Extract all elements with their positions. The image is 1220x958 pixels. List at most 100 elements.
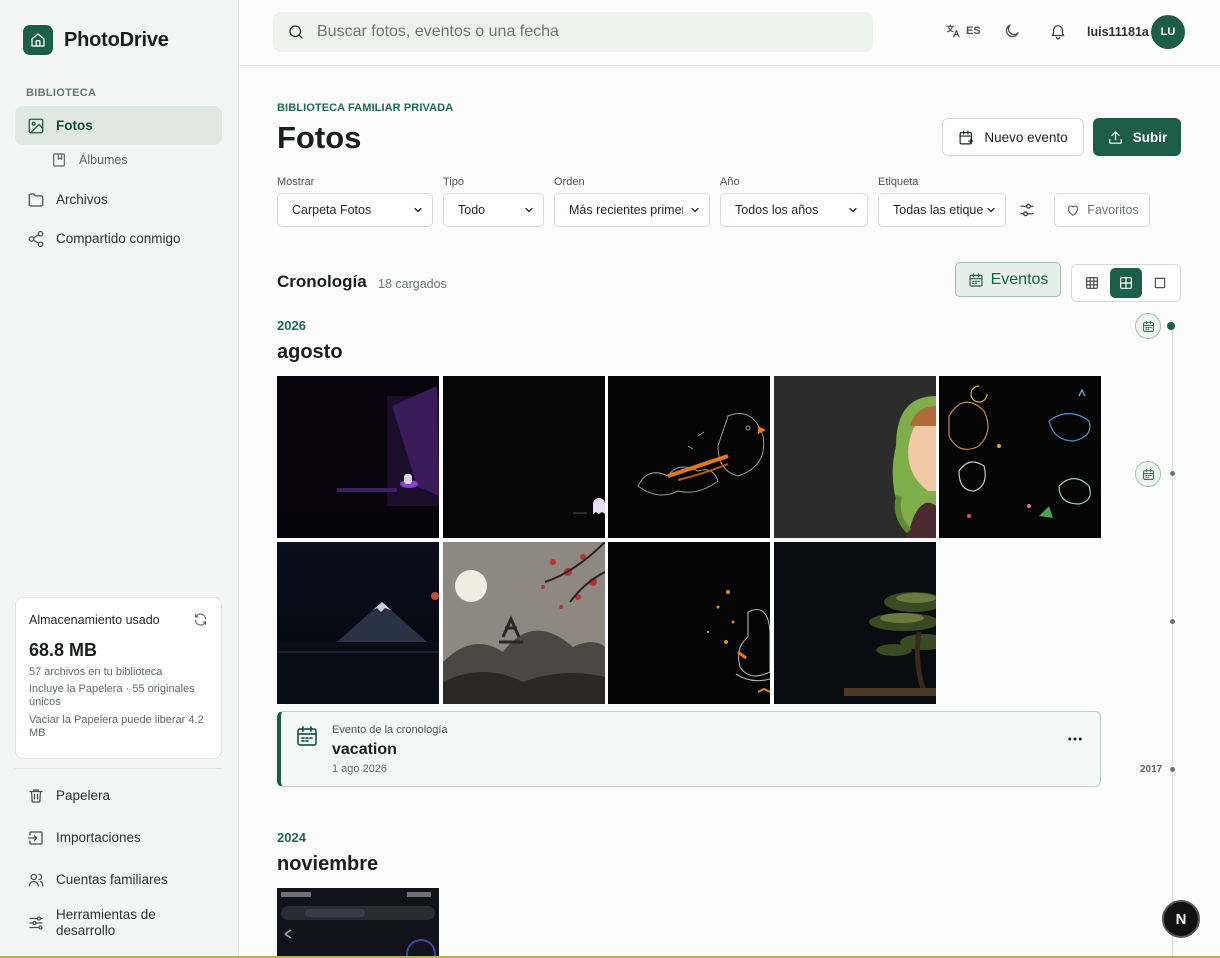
anio-select[interactable]: Todos los años (720, 193, 868, 227)
photo-thumbnail[interactable] (774, 376, 936, 538)
photo-thumbnail[interactable] (277, 376, 439, 538)
search-input[interactable] (317, 23, 857, 41)
rail-marker[interactable] (1170, 619, 1175, 624)
sidebar-item-label: Álbumes (79, 153, 128, 167)
mostrar-select[interactable]: Carpeta Fotos (277, 193, 433, 227)
upload-button[interactable]: Subir (1093, 118, 1181, 156)
filter-tipo: Tipo Todo (443, 176, 544, 227)
photo-thumbnail[interactable] (277, 542, 439, 704)
dev-tools-badge[interactable]: N (1162, 900, 1200, 938)
sidebar-item-archivos[interactable]: Archivos (15, 180, 222, 219)
filter-anio: Año Todos los años (720, 176, 868, 227)
filter-label: Tipo (443, 176, 464, 188)
calendar-plus-icon (959, 130, 974, 144)
username[interactable]: luis11181a (1087, 25, 1149, 39)
photo-thumbnail[interactable] (608, 376, 770, 538)
sidebar: PhotoDrive BIBLIOTECA Fotos Álbumes Arch… (0, 0, 239, 958)
photo-thumbnail[interactable] (774, 542, 936, 704)
select-value: Carpeta Fotos (292, 203, 372, 217)
photo-image (774, 376, 936, 538)
page-title: Fotos (277, 120, 362, 155)
moon-icon[interactable] (1003, 22, 1021, 40)
divider (15, 768, 222, 769)
language-code: ES (966, 25, 981, 37)
sidebar-item-label: Papelera (56, 788, 111, 803)
sidebar-item-compartido[interactable]: Compartido conmigo (15, 219, 222, 258)
sidebar-item-albumes[interactable]: Álbumes (51, 152, 128, 168)
etiqueta-select[interactable]: Todas las etiquetas (878, 193, 1006, 227)
rail-marker[interactable] (1167, 322, 1175, 330)
group-month: noviembre (277, 853, 379, 875)
rail-marker[interactable] (1170, 471, 1175, 476)
timeline-count: 18 cargados (378, 277, 447, 291)
storage-title: Almacenamiento usado (29, 612, 160, 627)
upload-label: Subir (1132, 129, 1168, 145)
home-logo-icon (23, 25, 53, 55)
chevron-down-icon (691, 207, 699, 213)
chevron-down-icon (987, 207, 995, 213)
event-card[interactable]: Evento de la cronología vacation 1 ago 2… (277, 711, 1101, 787)
grid-small-icon (1086, 277, 1098, 289)
sidebar-item-cuentas[interactable]: Cuentas familiares (15, 860, 222, 899)
sidebar-item-importaciones[interactable]: Importaciones (15, 818, 222, 857)
sidebar-item-fotos[interactable]: Fotos (15, 106, 222, 145)
select-value: Todas las etiquetas (893, 203, 983, 217)
filter-settings-icon[interactable] (1018, 201, 1036, 219)
square-icon (1154, 277, 1166, 289)
chevron-down-icon (525, 207, 533, 213)
storage-card: Almacenamiento usado 68.8 MB 57 archivos… (15, 597, 222, 759)
filter-etiqueta: Etiqueta Todas las etiquetas (878, 176, 1006, 227)
view-single-button[interactable] (1144, 268, 1176, 298)
sidebar-item-label: Importaciones (56, 830, 141, 845)
trash-icon (29, 788, 43, 803)
photo-image (277, 888, 439, 956)
bell-icon[interactable] (1049, 22, 1067, 40)
filter-mostrar: Mostrar Carpeta Fotos (277, 176, 433, 227)
photo-image (608, 376, 770, 538)
view-grid-button[interactable] (1110, 268, 1142, 298)
photo-image (277, 542, 439, 704)
favorites-button[interactable]: Favoritos (1054, 193, 1150, 227)
brand[interactable]: PhotoDrive (23, 25, 169, 55)
sidebar-item-label: Compartido conmigo (56, 231, 181, 246)
storage-free-note: Vaciar la Papelera puede liberar 4.2 MB (29, 713, 204, 740)
favorites-label: Favoritos (1087, 203, 1139, 217)
topbar: ES luis11181a LU (239, 0, 1220, 66)
photo-image (774, 542, 936, 704)
sidebar-item-label: Herramientas de desarrollo (56, 907, 156, 938)
sidebar-item-label: Archivos (56, 192, 108, 207)
select-value: Más recientes primero (569, 203, 683, 217)
photo-thumbnail[interactable] (443, 542, 605, 704)
refresh-icon[interactable] (193, 612, 208, 627)
calendar-icon (969, 272, 983, 287)
sidebar-item-papelera[interactable]: Papelera (15, 776, 222, 815)
sliders-icon (29, 916, 43, 930)
avatar[interactable]: LU (1151, 15, 1185, 49)
sidebar-item-herramientas[interactable]: Herramientas de desarrollo (15, 902, 222, 944)
photo-image (277, 376, 439, 538)
timeline-title: Cronología (277, 272, 367, 291)
rail-event-marker[interactable] (1135, 461, 1161, 487)
language-toggle[interactable]: ES (945, 23, 981, 39)
photo-image (939, 376, 1101, 538)
more-options-icon[interactable] (1066, 730, 1084, 748)
photo-thumbnail[interactable] (443, 376, 605, 538)
chevron-down-icon (849, 207, 857, 213)
view-small-grid-button[interactable] (1076, 268, 1108, 298)
rail-marker[interactable] (1170, 767, 1175, 772)
new-event-button[interactable]: Nuevo evento (942, 118, 1084, 156)
tipo-select[interactable]: Todo (443, 193, 544, 227)
search-bar[interactable] (273, 12, 873, 52)
photo-thumbnail[interactable] (939, 376, 1101, 538)
photo-thumbnail[interactable] (608, 542, 770, 704)
sidebar-item-label: Fotos (56, 118, 93, 133)
translate-icon (946, 24, 960, 38)
orden-select[interactable]: Más recientes primero (554, 193, 710, 227)
events-toggle[interactable]: Eventos (955, 262, 1061, 297)
sidebar-item-label: Cuentas familiares (56, 872, 168, 887)
rail-year-label: 2017 (1140, 764, 1163, 775)
event-kind: Evento de la cronología (332, 724, 448, 736)
section-label: BIBLIOTECA (26, 87, 97, 99)
rail-event-marker[interactable] (1135, 313, 1161, 339)
photo-thumbnail[interactable] (277, 888, 439, 956)
